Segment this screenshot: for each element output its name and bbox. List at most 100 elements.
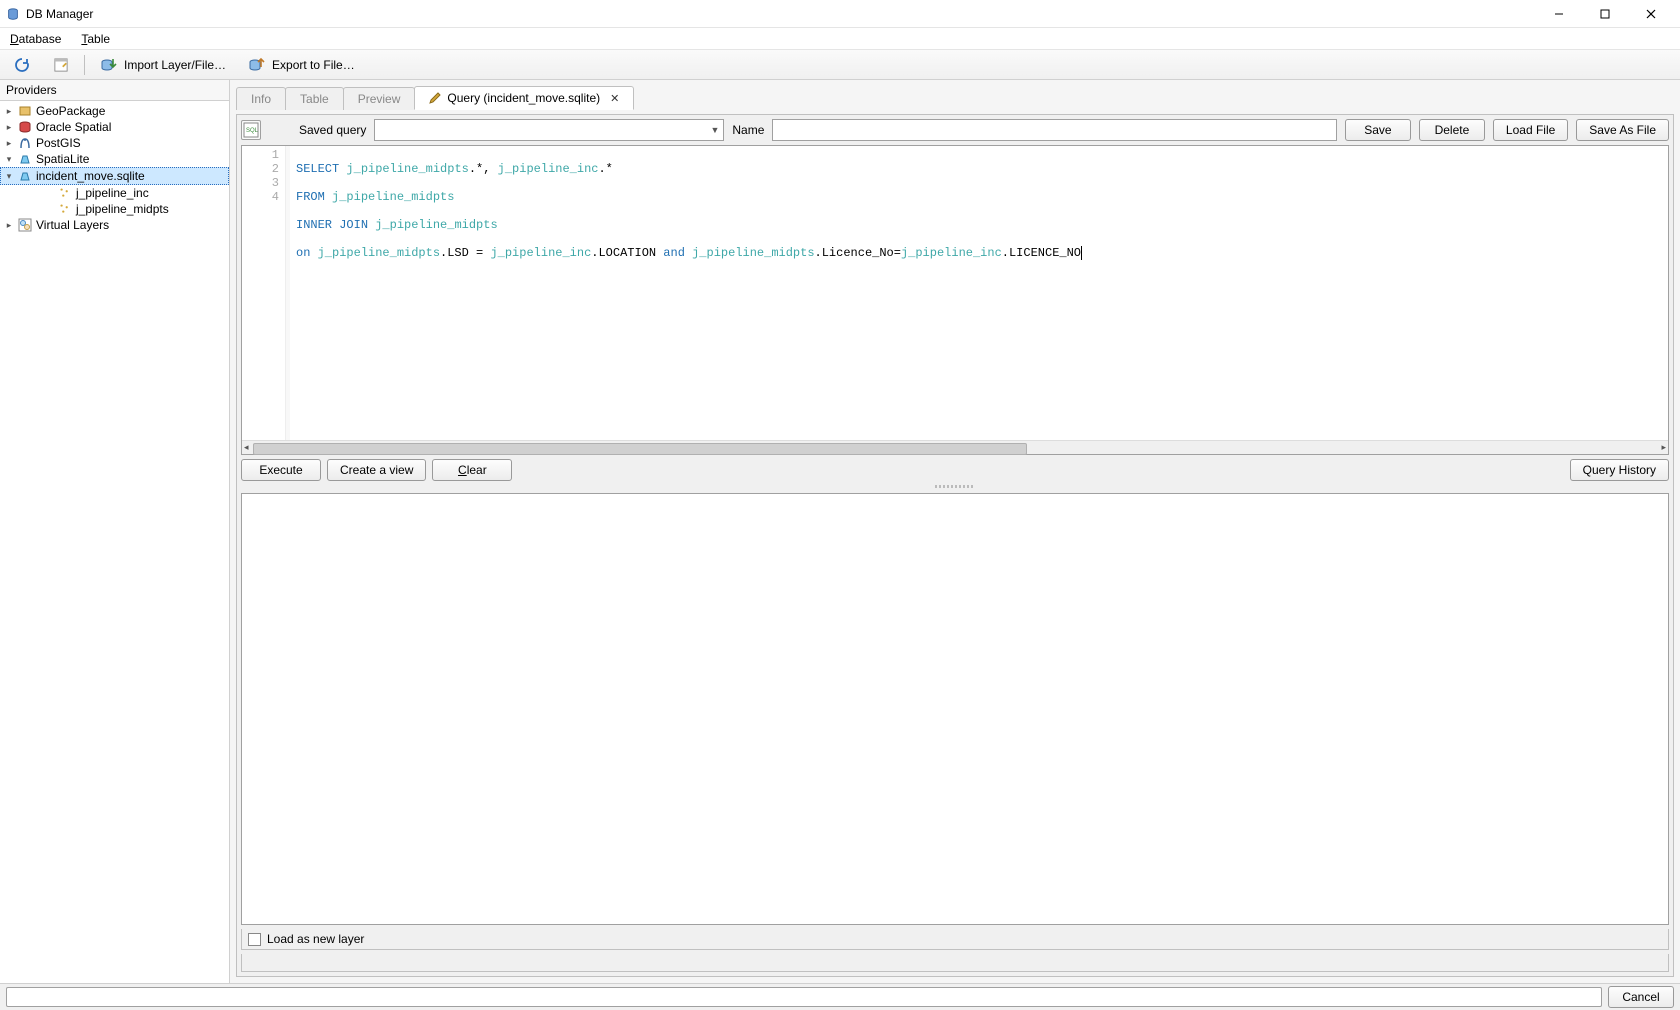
tree-item-virtual-layers[interactable]: ▸ Virtual Layers [0,217,229,233]
results-panel [241,493,1669,925]
tabs: Info Table Preview Query (incident_move.… [236,86,1674,110]
spatialite-icon [18,152,32,166]
menubar: Database Table [0,28,1680,50]
tree-label: j_pipeline_midpts [76,202,169,216]
providers-tree[interactable]: ▸ GeoPackage ▸ Oracle Spatial ▸ PostGIS [0,101,229,983]
tree-item-database[interactable]: ▾ incident_move.sqlite [0,167,229,185]
query-history-button[interactable]: Query History [1570,459,1669,481]
svg-text:SQL: SQL [246,128,259,134]
tree-item-postgis[interactable]: ▸ PostGIS [0,135,229,151]
point-layer-icon [58,186,72,200]
sql-toggle-button[interactable]: SQL [241,120,261,140]
tree-item-geopackage[interactable]: ▸ GeoPackage [0,103,229,119]
tab-table[interactable]: Table [285,87,344,110]
maximize-button[interactable] [1582,0,1628,28]
minimize-button[interactable] [1536,0,1582,28]
footer-bar: Cancel [0,984,1680,1010]
expand-icon[interactable]: ▸ [4,122,14,132]
sql-editor[interactable]: 1 2 3 4 SELECT j_pipeline_midpts.*, j_pi… [241,145,1669,455]
sql-code[interactable]: SELECT j_pipeline_midpts.*, j_pipeline_i… [290,146,1668,440]
saved-query-combo[interactable]: ▼ [374,119,724,141]
create-view-button[interactable]: Create a view [327,459,426,481]
providers-panel: Providers ▸ GeoPackage ▸ Oracle Spatial … [0,80,230,983]
scroll-right-icon[interactable]: ▸ [1661,442,1666,453]
query-panel: SQL Saved query ▼ Name Save Delete Load … [236,114,1674,977]
close-icon[interactable]: ✕ [610,92,619,105]
chevron-down-icon: ▼ [710,125,719,135]
providers-title: Providers [0,80,229,101]
refresh-button[interactable] [6,53,38,77]
toolbar: Import Layer/File… Export to File… [0,50,1680,80]
expand-icon[interactable]: ▸ [4,220,14,230]
export-to-file-button[interactable]: Export to File… [241,53,362,77]
scroll-thumb[interactable] [253,443,1658,453]
save-button[interactable]: Save [1345,119,1411,141]
tree-label: Oracle Spatial [36,120,111,134]
tree-item-oracle[interactable]: ▸ Oracle Spatial [0,119,229,135]
query-name-input[interactable] [772,119,1337,141]
window-title: DB Manager [26,7,93,21]
collapse-icon[interactable]: ▾ [4,171,14,181]
line-number: 2 [244,162,279,176]
pencil-icon [429,92,441,104]
tab-query-label: Query (incident_move.sqlite) [447,91,600,105]
menu-database[interactable]: Database [6,30,65,48]
load-file-button[interactable]: Load File [1493,119,1568,141]
titlebar-controls [1536,0,1674,28]
tab-query[interactable]: Query (incident_move.sqlite) ✕ [414,86,634,110]
tree-label: j_pipeline_inc [76,186,149,200]
editor-horizontal-scrollbar[interactable]: ◂ ▸ [242,440,1668,454]
tree-item-table[interactable]: j_pipeline_midpts [0,201,229,217]
tab-info[interactable]: Info [236,87,286,110]
tree-item-table[interactable]: j_pipeline_inc [0,185,229,201]
query-toolbar-row: SQL Saved query ▼ Name Save Delete Load … [241,119,1669,141]
tree-label: GeoPackage [36,104,105,118]
export-file-label: Export to File… [272,58,355,72]
expand-icon[interactable]: ▸ [4,138,14,148]
cancel-button[interactable]: Cancel [1608,986,1674,1008]
export-file-icon [248,56,266,74]
sql-window-button[interactable] [46,54,76,76]
close-button[interactable] [1628,0,1674,28]
line-number: 1 [244,148,279,162]
tree-label: incident_move.sqlite [36,169,145,183]
content-area: Info Table Preview Query (incident_move.… [230,80,1680,983]
oracle-icon [18,120,32,134]
tree-label: PostGIS [36,136,81,150]
geopackage-icon [18,104,32,118]
import-layer-icon [100,56,118,74]
expand-icon[interactable]: ▸ [4,106,14,116]
tree-label: Virtual Layers [36,218,109,232]
line-number: 4 [244,190,279,204]
saved-query-label: Saved query [299,123,366,137]
db-manager-icon [6,7,20,21]
main-area: Providers ▸ GeoPackage ▸ Oracle Spatial … [0,80,1680,984]
splitter-handle[interactable] [241,485,1669,489]
titlebar-left: DB Manager [6,7,93,21]
refresh-icon [13,56,31,74]
save-as-file-button[interactable]: Save As File [1576,119,1669,141]
load-as-layer-label: Load as new layer [267,932,364,946]
import-layer-button[interactable]: Import Layer/File… [93,53,233,77]
scroll-left-icon[interactable]: ◂ [244,442,249,453]
query-action-row: Execute Create a view Clear Query Histor… [241,459,1669,481]
import-layer-label: Import Layer/File… [124,58,226,72]
line-gutter: 1 2 3 4 [242,146,286,440]
load-as-layer-row: Load as new layer [241,929,1669,950]
clear-button[interactable]: Clear [432,459,512,481]
load-as-layer-checkbox[interactable] [248,933,261,946]
point-layer-icon [58,202,72,216]
tab-preview[interactable]: Preview [343,87,416,110]
sqlite-db-icon [18,169,32,183]
collapse-icon[interactable]: ▾ [4,154,14,164]
delete-button[interactable]: Delete [1419,119,1485,141]
tree-item-spatialite[interactable]: ▾ SpatiaLite [0,151,229,167]
sql-window-icon [53,57,69,73]
virtual-layers-icon [18,218,32,232]
execute-button[interactable]: Execute [241,459,321,481]
menu-table[interactable]: Table [77,30,114,48]
postgis-icon [18,136,32,150]
line-number: 3 [244,176,279,190]
name-label: Name [732,123,764,137]
tree-label: SpatiaLite [36,152,89,166]
